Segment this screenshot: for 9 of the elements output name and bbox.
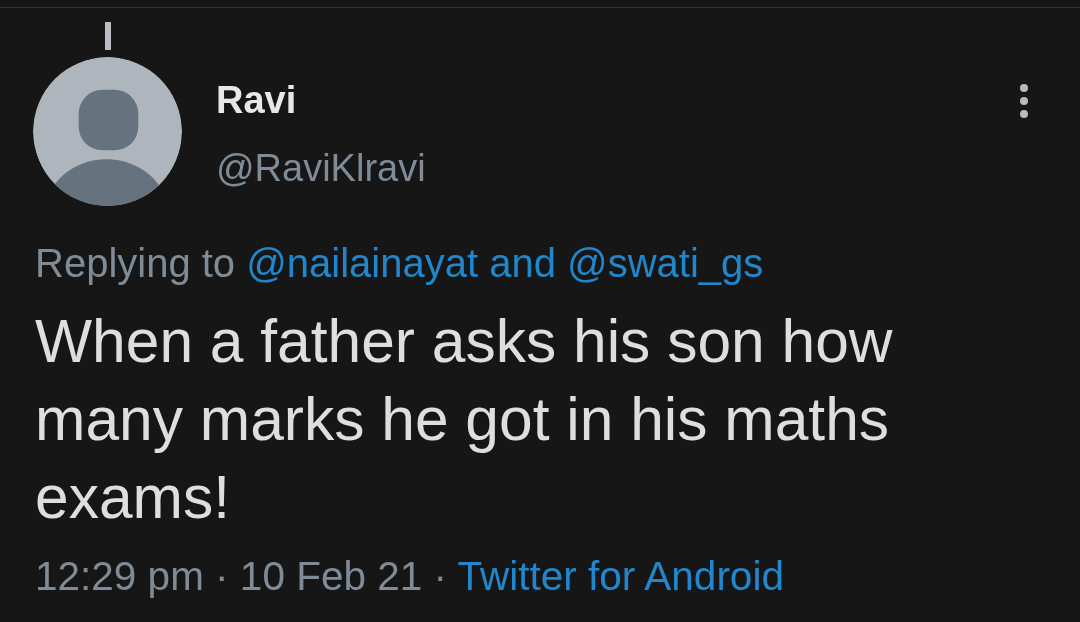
tweet-meta: 12:29 pm · 10 Feb 21 · Twitter for Android	[35, 552, 785, 600]
reply-context: Replying to @nailainayat and @swati_gs	[35, 240, 765, 287]
source-link[interactable]: Twitter for Android	[457, 553, 784, 599]
avatar-icon[interactable]	[33, 57, 182, 206]
more-options-icon[interactable]	[1020, 84, 1028, 118]
mention-link[interactable]: @nailainayat and @swati_gs	[246, 241, 764, 285]
author-name[interactable]: Ravi	[216, 77, 297, 123]
tweet-text: When a father asks his son how many marks he got in his maths exams!	[35, 306, 894, 533]
author-handle[interactable]: @RaviKlravi	[216, 146, 426, 190]
